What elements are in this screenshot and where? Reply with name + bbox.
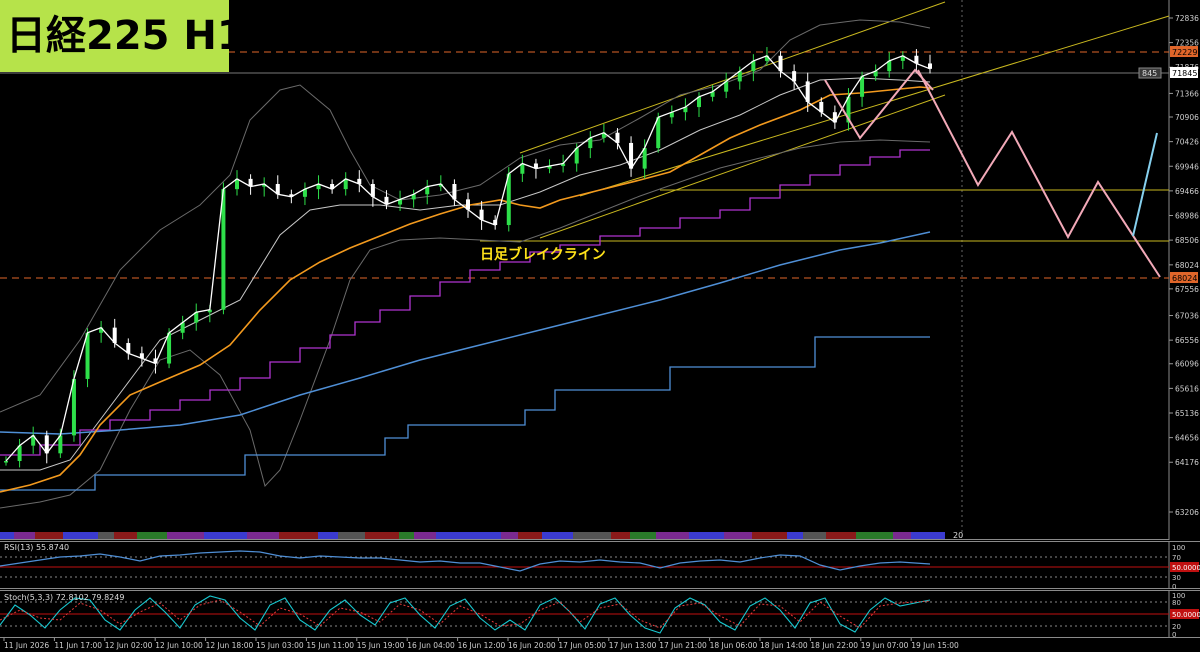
- strip-segment: [656, 532, 689, 539]
- strip-segment: [703, 532, 724, 539]
- price-tick-label: 68024: [1175, 261, 1199, 270]
- rsi-level-label: 50.0000: [1172, 564, 1200, 572]
- strip-segment: [911, 532, 936, 539]
- stoch-axis-80: 80: [1172, 599, 1181, 607]
- time-tick-label: 17 Jun 21:00: [659, 641, 707, 650]
- strip-segment: [573, 532, 611, 539]
- time-tick-label: 17 Jun 05:00: [558, 641, 606, 650]
- stoch-axis-20: 20: [1172, 623, 1181, 631]
- chart-background: [0, 0, 1200, 652]
- time-tick-label: 18 Jun 06:00: [710, 641, 758, 650]
- rsi-axis-30: 30: [1172, 574, 1181, 582]
- time-tick-label: 17 Jun 13:00: [609, 641, 657, 650]
- price-tick-label: 71366: [1175, 89, 1199, 98]
- breakline-label: 日足ブレイクライン: [480, 247, 606, 263]
- price-tick-label: 66556: [1175, 336, 1199, 345]
- price-tick-label: 68986: [1175, 211, 1199, 220]
- resistance-price-label: 72229: [1172, 48, 1197, 57]
- stoch-axis-0: 0: [1172, 631, 1176, 639]
- time-tick-label: 16 Jun 12:00: [458, 641, 506, 650]
- candle-body: [4, 461, 8, 463]
- strip-segment: [222, 532, 247, 539]
- price-tick-label: 69946: [1175, 162, 1199, 171]
- strip-segment: [247, 532, 279, 539]
- strip-segment: [414, 532, 436, 539]
- time-tick-label: 19 Jun 15:00: [911, 641, 959, 650]
- stoch-level-label: 50.0000: [1172, 611, 1200, 619]
- price-tick-label: 64176: [1175, 458, 1199, 467]
- strip-segment: [63, 532, 98, 539]
- strip-segment: [893, 532, 911, 539]
- strip-segment: [318, 532, 338, 539]
- chart-canvas[interactable]: 7283672356718767136670906704266994669466…: [0, 0, 1200, 652]
- strip-segment: [542, 532, 573, 539]
- strip-segment: [98, 532, 114, 539]
- price-tick-label: 65616: [1175, 384, 1199, 393]
- strip-segment: [14, 532, 35, 539]
- strip-segment: [114, 532, 137, 539]
- candle-body: [71, 378, 76, 436]
- stoch-label: Stoch(5,3,3) 72.8102 79.8249: [4, 593, 124, 602]
- strip-segment: [0, 532, 14, 539]
- strip-segment: [611, 532, 630, 539]
- price-tick-label: 68506: [1175, 236, 1199, 245]
- price-tick-label: 63206: [1175, 508, 1199, 517]
- strip-segment: [338, 532, 365, 539]
- price-tick-label: 67036: [1175, 312, 1199, 321]
- current-price-label: 71845: [1172, 69, 1197, 78]
- spread-label: 845: [1142, 69, 1157, 78]
- time-tick-label: 18 Jun 14:00: [760, 641, 808, 650]
- time-tick-label: 16 Jun 20:00: [508, 641, 556, 650]
- time-tick-label: 15 Jun 19:00: [357, 641, 405, 650]
- strip-segment: [752, 532, 787, 539]
- strip-segment: [365, 532, 399, 539]
- time-tick-label: 11 Jun 17:00: [54, 641, 102, 650]
- time-tick-label: 18 Jun 22:00: [810, 641, 858, 650]
- rsi-axis-100: 100: [1172, 544, 1185, 552]
- price-tick-label: 70426: [1175, 138, 1199, 147]
- time-tick-label: 12 Jun 18:00: [206, 641, 254, 650]
- rsi-axis-70: 70: [1172, 554, 1181, 562]
- price-tick-label: 69466: [1175, 187, 1199, 196]
- strip-segment: [279, 532, 318, 539]
- strip-segment: [465, 532, 501, 539]
- price-tick-label: 70906: [1175, 113, 1199, 122]
- strip-segment: [856, 532, 893, 539]
- price-tick-label: 67556: [1175, 285, 1199, 294]
- strip-segment: [826, 532, 856, 539]
- time-tick-label: 19 Jun 07:00: [861, 641, 909, 650]
- time-tick-label: 15 Jun 03:00: [256, 641, 304, 650]
- time-tick-label: 15 Jun 11:00: [306, 641, 354, 650]
- candle-body: [221, 189, 226, 310]
- price-tick-label: 65136: [1175, 409, 1199, 418]
- strip-segment: [724, 532, 752, 539]
- chart-title: 日経225 H1: [0, 0, 245, 72]
- strip-segment: [689, 532, 703, 539]
- strip-segment: [501, 532, 518, 539]
- support-price-label: 68024: [1172, 274, 1197, 283]
- strip-segment: [630, 532, 656, 539]
- time-tick-label: 12 Jun 02:00: [105, 641, 153, 650]
- price-tick-label: 72836: [1175, 14, 1199, 23]
- strip-value: 20: [953, 531, 963, 540]
- strip-segment: [436, 532, 465, 539]
- price-tick-label: 64656: [1175, 434, 1199, 443]
- strip-segment: [803, 532, 826, 539]
- strip-segment: [137, 532, 167, 539]
- rsi-label: RSI(13) 55.8740: [4, 543, 69, 552]
- strip-segment: [167, 532, 204, 539]
- strip-segment: [35, 532, 63, 539]
- time-tick-label: 11 Jun 2026: [4, 641, 49, 650]
- strip-segment: [518, 532, 542, 539]
- rsi-axis-0: 0: [1172, 583, 1176, 591]
- signal-color-strip: [0, 532, 945, 539]
- time-tick-label: 12 Jun 10:00: [155, 641, 203, 650]
- strip-segment: [936, 532, 945, 539]
- strip-segment: [787, 532, 803, 539]
- strip-segment: [204, 532, 222, 539]
- price-tick-label: 66096: [1175, 360, 1199, 369]
- time-tick-label: 16 Jun 04:00: [407, 641, 455, 650]
- strip-segment: [399, 532, 414, 539]
